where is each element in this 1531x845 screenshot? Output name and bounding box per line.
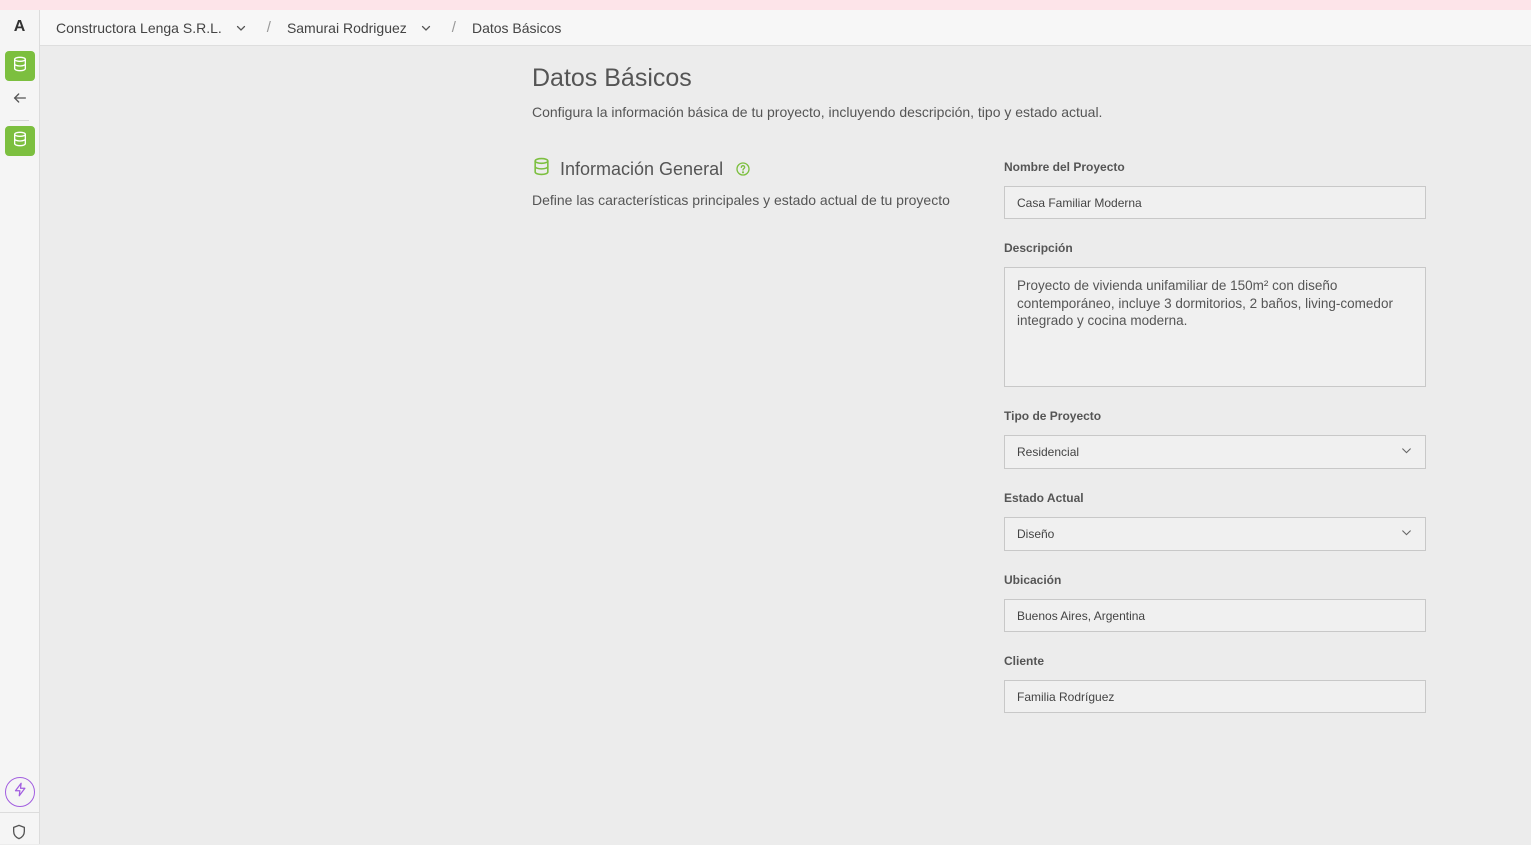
project-name-field	[1004, 186, 1426, 219]
chevron-down-icon	[420, 22, 432, 34]
location-input[interactable]	[1005, 600, 1425, 631]
database-icon	[532, 157, 551, 181]
breadcrumb-company[interactable]: Constructora Lenga S.R.L.	[56, 20, 247, 36]
chevron-down-icon	[235, 22, 247, 34]
page-title: Datos Básicos	[532, 64, 692, 92]
status-label: Estado Actual	[1004, 491, 1084, 505]
database-icon	[12, 131, 28, 152]
section-description: Define las características principales y…	[532, 192, 950, 208]
project-type-label: Tipo de Proyecto	[1004, 409, 1102, 423]
bolt-button[interactable]	[5, 777, 35, 807]
help-icon[interactable]	[735, 161, 751, 177]
project-name-input[interactable]	[1005, 187, 1425, 218]
client-label: Cliente	[1004, 654, 1045, 668]
back-button[interactable]	[5, 85, 35, 115]
client-field	[1004, 680, 1426, 713]
shield-button[interactable]	[11, 824, 27, 845]
description-label: Descripción	[1004, 241, 1073, 255]
breadcrumb-separator: /	[451, 19, 456, 36]
page-description: Configura la información básica de tu pr…	[532, 104, 1103, 120]
project-name-label: Nombre del Proyecto	[1004, 160, 1125, 174]
location-label: Ubicación	[1004, 573, 1062, 587]
breadcrumb: Constructora Lenga S.R.L. / Samurai Rodr…	[40, 10, 1531, 46]
arrow-left-icon	[12, 90, 28, 111]
bolt-icon	[13, 782, 28, 802]
chevron-down-icon	[1400, 526, 1413, 542]
breadcrumb-current-label: Datos Básicos	[471, 19, 562, 36]
sidebar-divider	[10, 120, 29, 121]
status-select[interactable]: Diseño	[1004, 517, 1426, 551]
status-value: Diseño	[1017, 527, 1055, 541]
breadcrumb-user[interactable]: Samurai Rodriguez	[287, 20, 432, 36]
project-data-nav-button[interactable]	[5, 126, 35, 156]
sidebar-bottom-divider	[0, 812, 39, 813]
project-type-select[interactable]: Residencial	[1004, 435, 1426, 469]
shield-icon	[11, 824, 27, 844]
sidebar: A	[0, 10, 40, 844]
database-nav-button[interactable]	[5, 51, 35, 81]
section-title: Información General	[560, 158, 724, 179]
location-field	[1004, 599, 1426, 632]
database-icon	[12, 56, 28, 77]
breadcrumb-user-label: Samurai Rodriguez	[286, 19, 407, 36]
client-input[interactable]	[1005, 681, 1425, 712]
description-field: Proyecto de vivienda unifamiliar de 150m…	[1004, 267, 1426, 387]
breadcrumb-separator: /	[266, 19, 271, 36]
chevron-down-icon	[1400, 444, 1413, 460]
top-strip	[0, 0, 1531, 10]
app-logo[interactable]: A	[0, 18, 39, 36]
project-type-value: Residencial	[1017, 445, 1080, 459]
description-textarea[interactable]: Proyecto de vivienda unifamiliar de 150m…	[1005, 268, 1425, 386]
breadcrumb-current: Datos Básicos	[472, 20, 561, 36]
section-header: Información General	[532, 157, 751, 181]
breadcrumb-company-label: Constructora Lenga S.R.L.	[56, 19, 222, 36]
